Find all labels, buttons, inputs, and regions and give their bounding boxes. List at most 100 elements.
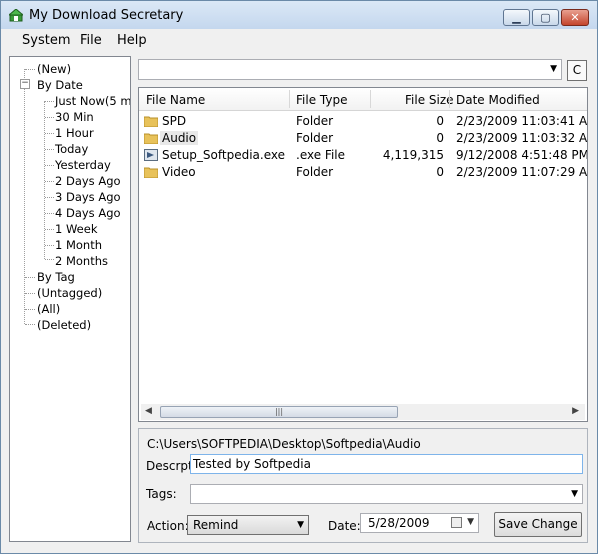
- tree-connector: [45, 149, 54, 150]
- action-value: Remind: [193, 518, 239, 532]
- column-divider[interactable]: [370, 90, 371, 108]
- menu-bar: System File Help: [1, 29, 597, 51]
- tree-connector: [25, 324, 35, 325]
- file-type: Folder: [296, 114, 334, 128]
- file-list[interactable]: File Name File Type File Size Date Modif…: [138, 87, 588, 422]
- horizontal-scrollbar[interactable]: ◀ ||| ▶: [141, 404, 585, 420]
- tree-connector: [45, 213, 54, 214]
- file-size: 0: [436, 165, 444, 179]
- close-button[interactable]: ✕: [561, 9, 589, 26]
- title-bar[interactable]: My Download Secretary ▁ ▢ ✕: [1, 1, 597, 30]
- selected-path: C:\Users\SOFTPEDIA\Desktop\Softpedia\Aud…: [147, 437, 421, 451]
- maximize-button[interactable]: ▢: [532, 9, 559, 26]
- file-type: Folder: [296, 131, 334, 145]
- action-label: Action:: [147, 519, 189, 533]
- window-title: My Download Secretary: [29, 8, 184, 23]
- tree-connector: [45, 197, 54, 198]
- tree-guide-line: [24, 69, 25, 324]
- tree-item-2-days-ago[interactable]: 2 Days Ago: [55, 174, 121, 188]
- table-row[interactable]: Setup_Softpedia.exe .exe File 4,119,315 …: [139, 147, 587, 164]
- tree-connector: [45, 229, 54, 230]
- category-tree[interactable]: (New) − By Date Just Now(5 min) 30 Min 1…: [9, 56, 131, 542]
- folder-icon: [144, 167, 158, 178]
- tree-item-deleted[interactable]: (Deleted): [37, 318, 91, 332]
- menu-help[interactable]: Help: [117, 33, 147, 48]
- file-date: 2/23/2009 11:07:29 AM: [456, 165, 588, 179]
- tree-item-yesterday[interactable]: Yesterday: [55, 158, 111, 172]
- action-select[interactable]: Remind ▼: [187, 515, 309, 535]
- file-size: 4,119,315: [382, 148, 444, 162]
- tree-item-1-week[interactable]: 1 Week: [55, 222, 97, 236]
- file-name: Audio: [160, 131, 199, 145]
- tree-item-just-now[interactable]: Just Now(5 min): [55, 94, 130, 108]
- date-picker[interactable]: 5/28/2009 ▼: [360, 513, 479, 533]
- tree-connector: [25, 277, 35, 278]
- tree-item-by-date[interactable]: By Date: [37, 78, 83, 92]
- dropdown-arrow-icon[interactable]: ▼: [467, 517, 474, 527]
- calendar-icon[interactable]: [451, 517, 462, 528]
- tree-item-3-days-ago[interactable]: 3 Days Ago: [55, 190, 121, 204]
- path-combo[interactable]: ▼: [138, 59, 562, 80]
- tree-connector: [45, 117, 54, 118]
- dropdown-arrow-icon[interactable]: ▼: [571, 489, 578, 499]
- tree-connector: [25, 293, 35, 294]
- column-file-name[interactable]: File Name: [146, 93, 205, 107]
- tree-item-untagged[interactable]: (Untagged): [37, 286, 102, 300]
- folder-icon: [144, 116, 158, 127]
- c-button[interactable]: C: [567, 60, 587, 81]
- tree-connector: [45, 101, 54, 102]
- file-date: 9/12/2008 4:51:48 PM: [456, 148, 588, 162]
- menu-system[interactable]: System: [22, 33, 70, 48]
- tree-item-all[interactable]: (All): [37, 302, 60, 316]
- tree-item-today[interactable]: Today: [55, 142, 88, 156]
- dropdown-arrow-icon[interactable]: ▼: [550, 64, 557, 74]
- tree-item-4-days-ago[interactable]: 4 Days Ago: [55, 206, 121, 220]
- scrollbar-thumb[interactable]: |||: [160, 406, 398, 418]
- scroll-left-icon[interactable]: ◀: [145, 406, 152, 416]
- date-value: 5/28/2009: [368, 516, 430, 530]
- file-type: Folder: [296, 165, 334, 179]
- folder-icon: [144, 133, 158, 144]
- file-name: Video: [162, 165, 196, 179]
- tree-connector: [45, 245, 54, 246]
- scroll-right-icon[interactable]: ▶: [572, 406, 579, 416]
- minimize-button[interactable]: ▁: [503, 9, 530, 26]
- file-date: 2/23/2009 11:03:41 AM: [456, 114, 588, 128]
- file-date: 2/23/2009 11:03:32 AM: [456, 131, 588, 145]
- column-date-modified[interactable]: Date Modified: [456, 93, 540, 107]
- tree-item-1-hour[interactable]: 1 Hour: [55, 126, 94, 140]
- file-type: .exe File: [296, 148, 345, 162]
- table-row[interactable]: SPD Folder 0 2/23/2009 11:03:41 AM: [139, 113, 587, 130]
- dropdown-arrow-icon[interactable]: ▼: [297, 520, 304, 530]
- table-row[interactable]: Video Folder 0 2/23/2009 11:07:29 AM: [139, 164, 587, 181]
- app-icon: [9, 9, 23, 22]
- tree-connector: [45, 165, 54, 166]
- date-label: Date:: [328, 519, 361, 533]
- file-size: 0: [436, 131, 444, 145]
- column-file-type[interactable]: File Type: [296, 93, 347, 107]
- tree-connector: [45, 133, 54, 134]
- column-divider[interactable]: [289, 90, 290, 108]
- description-input[interactable]: Tested by Softpedia: [190, 454, 583, 474]
- collapse-icon[interactable]: −: [20, 79, 30, 89]
- app-window: My Download Secretary ▁ ▢ ✕ System File …: [0, 0, 598, 554]
- tree-connector: [45, 259, 54, 260]
- tree-item-by-tag[interactable]: By Tag: [37, 270, 75, 284]
- column-divider[interactable]: [449, 90, 450, 108]
- save-change-button[interactable]: Save Change: [494, 512, 582, 537]
- tree-item-2-months[interactable]: 2 Months: [55, 254, 108, 268]
- file-size: 0: [436, 114, 444, 128]
- tree-connector: [25, 309, 35, 310]
- menu-file[interactable]: File: [80, 33, 102, 48]
- file-name: SPD: [162, 114, 187, 128]
- tags-combo[interactable]: ▼: [190, 484, 583, 504]
- file-list-header: File Name File Type File Size Date Modif…: [139, 88, 587, 111]
- tree-connector: [45, 181, 54, 182]
- table-row[interactable]: Audio Folder 0 2/23/2009 11:03:32 AM: [139, 130, 587, 147]
- tree-item-1-month[interactable]: 1 Month: [55, 238, 102, 252]
- tree-guide-line: [44, 101, 45, 259]
- tree-item-30-min[interactable]: 30 Min: [55, 110, 94, 124]
- column-file-size[interactable]: File Size: [405, 93, 454, 107]
- tree-item-new[interactable]: (New): [37, 62, 71, 76]
- tree-connector: [25, 69, 35, 70]
